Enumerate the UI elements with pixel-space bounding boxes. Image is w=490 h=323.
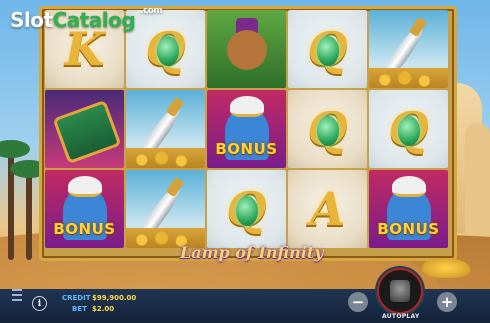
turban: [391, 176, 426, 197]
reel-3-symbol-1: [207, 10, 286, 88]
reel-1-symbol-3: BONUS: [45, 170, 124, 248]
watermark-part1: Slot: [10, 8, 53, 32]
reel-4-symbol-2: Q: [288, 90, 367, 168]
monkey-symbol: [226, 30, 267, 70]
symbol-a: A: [309, 182, 346, 236]
reel-grid: K Q Q BONUS Q Q BONUS: [45, 10, 448, 250]
bonus-label: BONUS: [377, 220, 440, 238]
credit-label: CREDIT: [62, 294, 91, 302]
bet-decrease-button[interactable]: −: [348, 292, 368, 312]
bet-label: BET: [72, 305, 87, 313]
bonus-label: BONUS: [215, 140, 278, 158]
info-button[interactable]: i: [32, 296, 47, 311]
palace-tower-2: [465, 123, 490, 233]
reel-2-symbol-3: [126, 170, 205, 248]
game-title-logo: Lamp of Infinity: [180, 243, 324, 262]
reel-5-symbol-1: [369, 10, 448, 88]
bet-value: $2.00: [92, 305, 115, 313]
turban: [229, 96, 264, 117]
credit-value: $99,900.00: [92, 294, 137, 302]
watermark-logo: SlotCatalog .com: [10, 6, 163, 32]
reel-2-symbol-1: Q: [126, 10, 205, 88]
bet-increase-button[interactable]: +: [437, 292, 457, 312]
reel-5-symbol-3: BONUS: [369, 170, 448, 248]
reel-4-symbol-3: A: [288, 170, 367, 248]
bonus-label: BONUS: [53, 220, 116, 238]
emerald-gem: [236, 196, 258, 226]
gold-coins: [126, 148, 205, 168]
emerald-gem: [398, 116, 420, 146]
reel-5-symbol-2: Q: [369, 90, 448, 168]
emerald-gem: [317, 116, 339, 146]
magic-carpet-symbol: [52, 99, 122, 165]
reel-2-symbol-2: [126, 90, 205, 168]
autoplay-button[interactable]: AUTOPLAY: [382, 313, 420, 320]
turban: [67, 176, 102, 197]
watermark-part2: Catalog: [52, 8, 136, 32]
spin-icon: [390, 280, 410, 302]
emerald-gem: [157, 36, 179, 66]
gold-coins: [369, 68, 448, 88]
reel-4-symbol-1: Q: [288, 10, 367, 88]
watermark-suffix: .com: [140, 6, 163, 16]
reel-3-symbol-2: BONUS: [207, 90, 286, 168]
emerald-gem: [317, 36, 339, 66]
reel-3-symbol-3: Q: [207, 170, 286, 248]
magic-lamp-icon: [422, 258, 470, 278]
palm-tree-left-2: [10, 160, 48, 260]
spin-button[interactable]: [377, 268, 423, 314]
menu-icon[interactable]: [12, 289, 22, 301]
reel-1-symbol-2: [45, 90, 124, 168]
